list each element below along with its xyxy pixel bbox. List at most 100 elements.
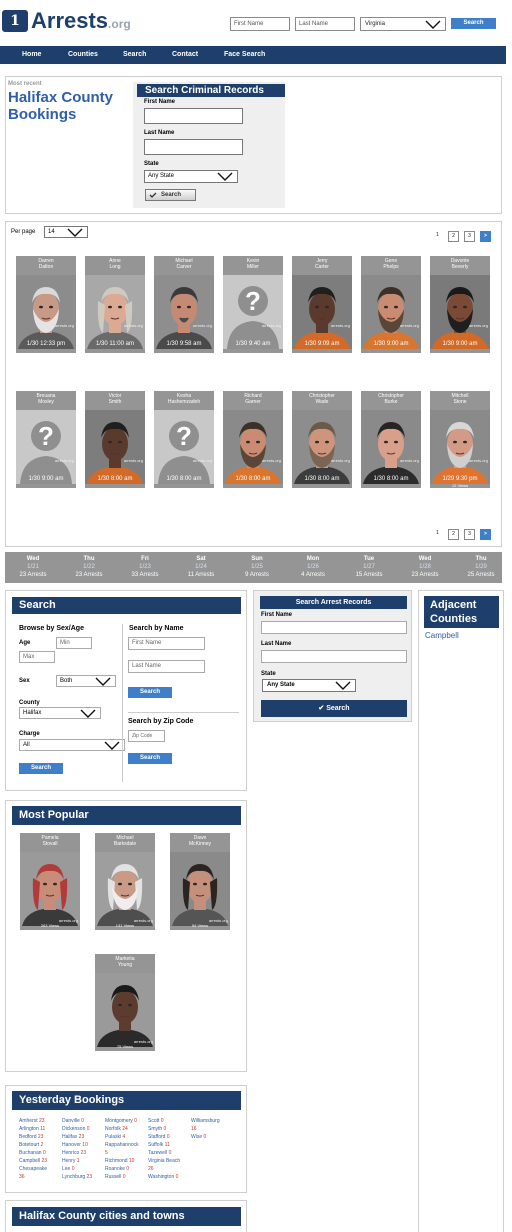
booking-photo[interactable]: arrests.org bbox=[361, 275, 421, 349]
county-booking[interactable]: Danville 0 bbox=[62, 1118, 84, 1124]
county-booking[interactable]: Pulaski 4 bbox=[105, 1134, 125, 1140]
last-name-field[interactable] bbox=[144, 139, 243, 155]
booking-card[interactable]: Kevin Miller ? arrests.org 1/30 9:40 am bbox=[223, 256, 283, 353]
county-name[interactable]: Lynchburg bbox=[62, 1174, 85, 1180]
booking-card[interactable]: Kesha Hashemzadeh ? arrests.org 1/30 8:00… bbox=[154, 391, 214, 488]
popular-name[interactable]: Michael Barksdale bbox=[95, 835, 155, 849]
county-name[interactable]: Henrico bbox=[62, 1150, 79, 1156]
booking-photo[interactable]: arrests.org bbox=[430, 410, 490, 484]
county-booking[interactable]: 36 bbox=[19, 1174, 25, 1180]
booking-name[interactable]: Jerry Carter bbox=[292, 258, 352, 272]
next-page-button[interactable]: > bbox=[480, 529, 491, 540]
county-name[interactable]: Amherst bbox=[19, 1118, 38, 1124]
county-name[interactable]: Dickenson bbox=[62, 1126, 85, 1132]
booking-name[interactable]: Victor Smith bbox=[85, 393, 145, 407]
nav-home[interactable]: Home bbox=[22, 46, 41, 64]
name-search-button[interactable]: Search bbox=[128, 687, 172, 698]
county-booking[interactable]: Botetourt 2 bbox=[19, 1142, 43, 1148]
booking-name[interactable]: Darren Dalton bbox=[16, 258, 76, 272]
popular-card[interactable]: Michael Barksdale arrests.org 131 Views bbox=[95, 833, 155, 930]
county-name[interactable]: Washington bbox=[148, 1174, 174, 1180]
week-day[interactable]: Sun 1/25 9 Arrests bbox=[229, 555, 285, 579]
per-page-select[interactable]: 14 bbox=[44, 226, 88, 238]
county-booking[interactable]: Buchanan 0 bbox=[19, 1150, 46, 1156]
sex-select[interactable]: Both bbox=[56, 675, 116, 687]
county-select[interactable]: Halifax bbox=[19, 707, 101, 719]
county-booking[interactable]: Dickenson 0 bbox=[62, 1126, 90, 1132]
county-booking[interactable]: Campbell 23 bbox=[19, 1158, 47, 1164]
county-name[interactable]: Chesapeake bbox=[19, 1166, 47, 1172]
booking-card[interactable]: Michael Carver arrests.org 1/30 9:58 am bbox=[154, 256, 214, 353]
booking-card[interactable]: Gene Phelps arrests.org 1/30 9:00 am bbox=[361, 256, 421, 353]
age-min-input[interactable]: Min bbox=[56, 637, 92, 649]
county-booking[interactable]: Washington 0 bbox=[148, 1174, 178, 1180]
week-day-date[interactable]: 1/21 bbox=[5, 563, 61, 571]
booking-card[interactable]: Victor Smith arrests.org 1/30 8:00 am bbox=[85, 391, 145, 488]
booking-card[interactable]: Darren Dalton arrests.org 1/30 12:33 pm bbox=[16, 256, 76, 353]
name-first-input[interactable]: First Name bbox=[128, 637, 205, 650]
week-day-date[interactable]: 1/24 bbox=[173, 563, 229, 571]
page-button[interactable]: 2 bbox=[448, 529, 459, 540]
county-name[interactable]: Bedford bbox=[19, 1134, 37, 1140]
county-name[interactable]: Halifax bbox=[62, 1134, 77, 1140]
arrest-search-button[interactable]: ✔ Search bbox=[261, 700, 407, 717]
week-day-date[interactable]: 1/27 bbox=[341, 563, 397, 571]
booking-name[interactable]: Richard Garner bbox=[223, 393, 283, 407]
booking-name[interactable]: Davonte Beverly bbox=[430, 258, 490, 272]
booking-name[interactable]: Christopher Burke bbox=[361, 393, 421, 407]
county-booking[interactable]: 26 bbox=[148, 1166, 154, 1172]
state-select[interactable]: Any State bbox=[144, 170, 238, 183]
week-day-date[interactable]: 1/25 bbox=[229, 563, 285, 571]
nav-contact[interactable]: Contact bbox=[172, 46, 198, 64]
popular-card[interactable]: Pamela Stovall arrests.org 263 Views bbox=[20, 833, 80, 930]
county-name[interactable]: Russell bbox=[105, 1174, 121, 1180]
county-booking[interactable]: Bedford 23 bbox=[19, 1134, 43, 1140]
booking-name[interactable]: Mitchell Stone bbox=[430, 393, 490, 407]
county-booking[interactable]: 16 bbox=[191, 1126, 197, 1132]
zip-input[interactable]: Zip Code bbox=[128, 730, 165, 742]
popular-card[interactable]: Markeita Young arrests.org 75 Views bbox=[95, 954, 155, 1051]
booking-photo[interactable]: arrests.org bbox=[292, 410, 352, 484]
next-page-button[interactable]: > bbox=[480, 231, 491, 242]
county-booking[interactable]: Henrico 23 bbox=[62, 1150, 86, 1156]
page-button[interactable]: 1 bbox=[432, 529, 443, 540]
booking-photo[interactable]: arrests.org bbox=[85, 275, 145, 349]
arrest-last-field[interactable] bbox=[261, 650, 407, 663]
county-name[interactable]: Stafford bbox=[148, 1134, 165, 1140]
county-booking[interactable]: Richmond 10 bbox=[105, 1158, 134, 1164]
county-booking[interactable]: Amherst 23 bbox=[19, 1118, 45, 1124]
booking-name[interactable]: Breuana Mosley bbox=[16, 393, 76, 407]
booking-card[interactable]: Christopher Wade arrests.org 1/30 8:00 am bbox=[292, 391, 352, 488]
county-booking[interactable]: Russell 0 bbox=[105, 1174, 126, 1180]
county-booking[interactable]: Tazewell 0 bbox=[148, 1150, 171, 1156]
county-booking[interactable]: Halifax 23 bbox=[62, 1134, 84, 1140]
booking-name[interactable]: Kevin Miller bbox=[223, 258, 283, 272]
county-name[interactable]: Richmond bbox=[105, 1158, 128, 1164]
booking-card[interactable]: Jerry Carter arrests.org 1/30 9:09 am bbox=[292, 256, 352, 353]
county-booking[interactable]: Chesapeake bbox=[19, 1166, 47, 1172]
week-day[interactable]: Fri 1/23 33 Arrests bbox=[117, 555, 173, 579]
week-day[interactable]: Thu 1/22 23 Arrests bbox=[61, 555, 117, 579]
popular-photo[interactable]: arrests.org bbox=[20, 852, 80, 926]
week-day[interactable]: Mon 1/26 4 Arrests bbox=[285, 555, 341, 579]
county-booking[interactable]: Virginia Beach bbox=[148, 1158, 180, 1164]
county-name[interactable]: Arlington bbox=[19, 1126, 39, 1132]
nav-counties[interactable]: Counties bbox=[68, 46, 98, 64]
week-day[interactable]: Sat 1/24 11 Arrests bbox=[173, 555, 229, 579]
booking-name[interactable]: Kesha Hashemzadeh bbox=[154, 393, 214, 407]
header-state-select[interactable]: Virginia bbox=[360, 17, 446, 31]
popular-photo[interactable]: arrests.org bbox=[170, 852, 230, 926]
booking-photo[interactable]: arrests.org bbox=[85, 410, 145, 484]
booking-photo[interactable]: arrests.org bbox=[154, 275, 214, 349]
week-day-date[interactable]: 1/29 bbox=[453, 563, 509, 571]
booking-name[interactable]: Gene Phelps bbox=[361, 258, 421, 272]
county-booking[interactable]: 5 bbox=[105, 1150, 108, 1156]
week-day[interactable]: Tue 1/27 15 Arrests bbox=[341, 555, 397, 579]
booking-name[interactable]: Christopher Wade bbox=[292, 393, 352, 407]
county-booking[interactable]: Montgomery 0 bbox=[105, 1118, 137, 1124]
header-search-button[interactable]: Search bbox=[451, 18, 496, 29]
arrest-first-field[interactable] bbox=[261, 621, 407, 634]
booking-card[interactable]: Anne Long arrests.org 1/30 11:00 am bbox=[85, 256, 145, 353]
booking-photo[interactable]: arrests.org bbox=[361, 410, 421, 484]
week-day[interactable]: Wed 1/28 23 Arrests bbox=[397, 555, 453, 579]
